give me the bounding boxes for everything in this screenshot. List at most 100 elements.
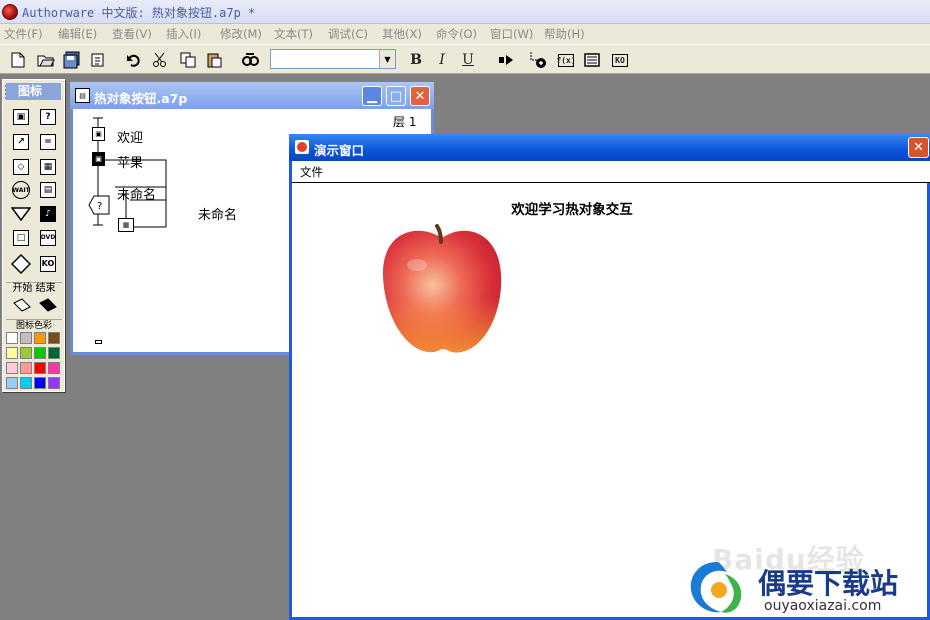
authorware-logo-icon [2, 4, 18, 20]
maximize-button[interactable]: □ [386, 86, 406, 106]
ko-label: KO [612, 53, 628, 67]
calculation-icon[interactable]: = [38, 132, 58, 152]
menu-help[interactable]: 帮助(H) [544, 26, 585, 42]
close-button[interactable]: ✕ [410, 86, 430, 106]
new-file-icon[interactable] [8, 50, 28, 70]
color-swatch[interactable] [6, 332, 18, 344]
site-logo-icon [685, 558, 749, 616]
minimize-button[interactable]: ▁ [362, 86, 382, 106]
functions-icon[interactable]: f(x) [556, 50, 576, 70]
palette-ko-label: KO [40, 256, 56, 272]
save-all-icon[interactable] [62, 50, 82, 70]
undo-icon[interactable] [124, 50, 144, 70]
site-name: 偶要下载站 [758, 567, 899, 600]
close-button[interactable]: ✕ [908, 137, 929, 158]
menu-bar: 文件(F) 编辑(E) 查看(V) 插入(I) 修改(M) 文本(T) 调试(C… [0, 24, 930, 44]
paste-icon[interactable] [204, 50, 224, 70]
menu-file[interactable]: 文件(F) [4, 26, 43, 42]
wait-label: WAIT [12, 181, 30, 199]
color-swatch[interactable] [48, 377, 60, 389]
menu-text[interactable]: 文本(T) [274, 26, 313, 42]
flowline-doc-icon: ▤ [75, 88, 90, 103]
start-end-header: 开始 结束 [6, 282, 62, 294]
apple-image[interactable] [377, 220, 507, 360]
knowledge-objects-icon[interactable]: KO [610, 50, 630, 70]
color-swatch[interactable] [34, 377, 46, 389]
presentation-heading: 欢迎学习热对象交互 [511, 202, 633, 218]
menu-edit[interactable]: 编辑(E) [58, 26, 97, 42]
color-swatch[interactable] [34, 347, 46, 359]
presentation-title-bar[interactable]: 演示窗口 ✕ [289, 134, 930, 161]
flowline-title-bar[interactable]: ▤ 热对象按钮.a7p ▁ □ ✕ [70, 82, 434, 109]
color-swatch[interactable] [48, 332, 60, 344]
wait-icon[interactable]: WAIT [11, 180, 31, 200]
color-swatch[interactable] [20, 332, 32, 344]
open-file-icon[interactable] [36, 50, 56, 70]
flow-display-icon-welcome[interactable]: ▣ [92, 127, 105, 141]
color-swatch[interactable] [20, 362, 32, 374]
import-icon[interactable] [88, 50, 108, 70]
display-icon[interactable]: ▣ [11, 107, 31, 127]
app-title: Authorware 中文版: 热对象按钮.a7p * [22, 6, 256, 20]
digital-movie-icon[interactable]: ▤ [38, 180, 58, 200]
flow-label-apple[interactable]: 苹果 [117, 152, 143, 171]
video-icon[interactable]: DVD [38, 228, 58, 248]
flow-response-map-icon[interactable]: ▦ [118, 218, 134, 232]
knowledge-object-icon[interactable]: KO [38, 254, 58, 274]
menu-view[interactable]: 查看(V) [112, 26, 152, 42]
copy-icon[interactable] [178, 50, 198, 70]
color-swatch[interactable] [48, 347, 60, 359]
flow-label-welcome[interactable]: 欢迎 [117, 127, 143, 146]
menu-window[interactable]: 窗口(W) [490, 26, 533, 42]
icon-color-title: 图标色彩 [6, 319, 62, 331]
color-swatch[interactable] [34, 362, 46, 374]
navigate-icon[interactable] [11, 204, 31, 224]
icon-palette: 图标 ▣ ? ↗ = ◇ ▦ WAIT ▤ ♪ □ DVD KO 开始 结束 图… [2, 79, 65, 392]
menu-debug[interactable]: 调试(C) [328, 26, 368, 42]
toolbar: B I U f(x) KO [0, 44, 930, 74]
italic-button[interactable]: I [432, 50, 452, 70]
color-swatch[interactable] [20, 347, 32, 359]
chevron-down-icon[interactable]: ▼ [379, 50, 395, 68]
flow-interaction-icon[interactable]: ? [88, 195, 110, 218]
start-flag-icon[interactable] [13, 298, 31, 315]
decision-icon[interactable] [11, 254, 31, 274]
erase-icon[interactable]: ◇ [11, 157, 31, 177]
presentation-menu-bar: 文件 [292, 161, 930, 183]
find-icon[interactable] [240, 50, 260, 70]
bold-button[interactable]: B [406, 50, 426, 70]
flow-display-icon-apple[interactable]: ▣ [92, 152, 105, 166]
sound-icon[interactable]: ♪ [38, 204, 58, 224]
level-label: 层 1 [393, 115, 417, 129]
cut-icon[interactable] [150, 50, 170, 70]
color-swatch[interactable] [48, 362, 60, 374]
menu-other[interactable]: 其他(X) [382, 26, 422, 42]
color-swatch[interactable] [6, 377, 18, 389]
paste-hand-marker [95, 340, 102, 344]
site-url: ouyaoxiazai.com [764, 598, 882, 614]
flow-label-interaction[interactable]: 未命名 [117, 184, 156, 203]
motion-icon[interactable]: ↗ [11, 132, 31, 152]
end-flag-icon[interactable] [39, 298, 57, 315]
menu-insert[interactable]: 插入(I) [166, 26, 201, 42]
palette-title: 图标 [6, 83, 61, 100]
menu-modify[interactable]: 修改(M) [220, 26, 262, 42]
map-icon[interactable]: ▦ [38, 157, 58, 177]
framework-icon[interactable]: □ [11, 228, 31, 248]
menu-command[interactable]: 命令(O) [436, 26, 477, 42]
svg-text:?: ? [97, 201, 102, 212]
color-swatch[interactable] [6, 347, 18, 359]
interaction-icon[interactable]: ? [38, 107, 58, 127]
run-icon[interactable] [496, 50, 516, 70]
flow-response-label[interactable]: 未命名 [198, 204, 237, 223]
control-panel-icon[interactable] [528, 50, 548, 70]
color-swatch[interactable] [6, 362, 18, 374]
color-swatch[interactable] [20, 377, 32, 389]
presentation-menu-file[interactable]: 文件 [300, 164, 323, 180]
variables-icon[interactable] [582, 50, 602, 70]
font-select[interactable]: ▼ [270, 49, 396, 69]
app-title-bar: Authorware 中文版: 热对象按钮.a7p * [0, 0, 930, 24]
underline-button[interactable]: U [458, 50, 478, 70]
color-swatch[interactable] [34, 332, 46, 344]
presentation-title: 演示窗口 [314, 143, 365, 158]
